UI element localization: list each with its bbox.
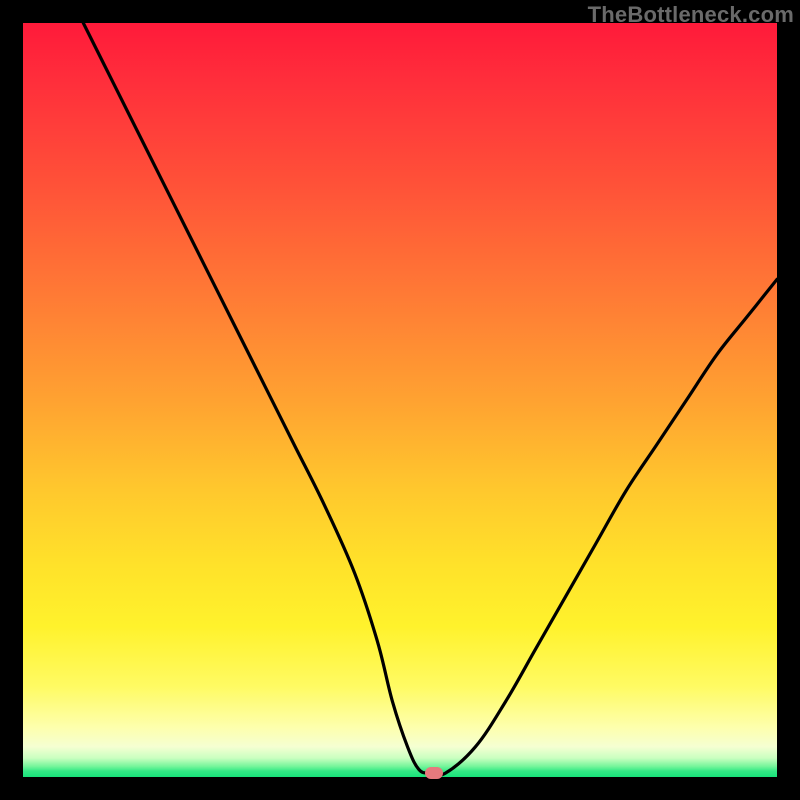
watermark-text: TheBottleneck.com — [588, 2, 794, 28]
bottleneck-curve — [23, 23, 777, 777]
plot-area — [23, 23, 777, 777]
optimal-point-marker — [425, 767, 443, 779]
chart-frame: TheBottleneck.com — [0, 0, 800, 800]
